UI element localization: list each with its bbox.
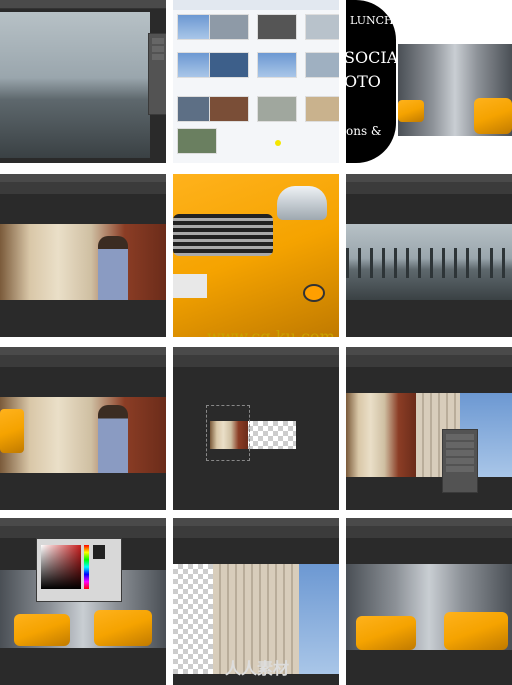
- canvas-photo-left[interactable]: [346, 393, 416, 477]
- title-line-4: ons &: [346, 124, 382, 138]
- window-title-bar[interactable]: [173, 0, 339, 10]
- file-browser: [173, 0, 339, 163]
- layers-panel[interactable]: [442, 429, 478, 493]
- man-figure: [98, 405, 128, 473]
- building-transparent: 人人素材: [173, 518, 339, 685]
- canvas-photo[interactable]: [0, 12, 150, 158]
- options-bar[interactable]: [346, 355, 512, 367]
- subway-building-composite: [346, 347, 512, 510]
- taxi-grille: [173, 214, 273, 256]
- sky-layer[interactable]: [299, 564, 339, 674]
- thumbnail-13[interactable]: [177, 128, 217, 154]
- color-preview: [93, 545, 105, 559]
- hue-slider[interactable]: [84, 545, 89, 589]
- taxi-closeup: www.cg-ku.com: [173, 174, 339, 337]
- taxi-right: [94, 610, 152, 646]
- options-bar[interactable]: [0, 526, 166, 538]
- thumbnail-12[interactable]: [305, 96, 339, 122]
- railing: [346, 248, 512, 278]
- title-line-3: OTO: [346, 72, 381, 91]
- license-plate: [173, 274, 207, 298]
- thumbnail-6[interactable]: [209, 52, 249, 78]
- thumbnail-11[interactable]: [257, 96, 297, 122]
- watermark-brand: 人人素材: [225, 659, 290, 678]
- thumbnail-2[interactable]: [209, 14, 249, 40]
- options-bar[interactable]: [0, 355, 166, 367]
- menu-bar[interactable]: [0, 0, 166, 9]
- title-line-1: LUNCH™: [350, 14, 405, 27]
- bridge-workspace: [0, 0, 166, 163]
- watermark-url: www.cg-ku.com: [207, 327, 335, 337]
- taxi-left: [356, 616, 416, 650]
- final-taxi-street: [346, 518, 512, 685]
- transparent-layer[interactable]: [248, 421, 296, 449]
- options-bar[interactable]: [346, 182, 512, 194]
- thumbnail-10[interactable]: [209, 96, 249, 122]
- selection-frame: [206, 405, 250, 461]
- fog-light: [303, 284, 325, 302]
- color-field[interactable]: [41, 545, 81, 589]
- color-picker-dialog[interactable]: [36, 538, 122, 602]
- taxi-right: [474, 98, 512, 134]
- thumbnail-3[interactable]: [257, 14, 297, 40]
- taxi-headlight: [277, 186, 327, 220]
- color-picker-street: [0, 518, 166, 685]
- taxi-left: [14, 614, 70, 646]
- cursor-icon: [275, 140, 281, 146]
- canvas-photo[interactable]: [0, 224, 166, 300]
- options-bar[interactable]: [0, 182, 166, 194]
- thumbnail-8[interactable]: [305, 52, 339, 78]
- options-bar[interactable]: [173, 526, 339, 538]
- small-canvas-transparent: [173, 347, 339, 510]
- subway-taxi-composite: [0, 347, 166, 510]
- title-card: LUNCH™ SOCIAL OTO ons &: [346, 0, 512, 163]
- taxi-left: [398, 100, 424, 122]
- taxi-inset: [0, 409, 24, 453]
- thumbnail-4[interactable]: [305, 14, 339, 40]
- layers-panel[interactable]: [148, 33, 166, 115]
- transparent-area[interactable]: [173, 564, 213, 674]
- taxi-right: [444, 612, 508, 650]
- thumbnail-7[interactable]: [257, 52, 297, 78]
- canvas-photo[interactable]: [0, 397, 166, 473]
- options-bar[interactable]: [346, 526, 512, 538]
- bridge-railing: [346, 174, 512, 337]
- man-figure: [98, 236, 128, 300]
- options-bar[interactable]: [173, 355, 339, 367]
- subway-workspace: [0, 174, 166, 337]
